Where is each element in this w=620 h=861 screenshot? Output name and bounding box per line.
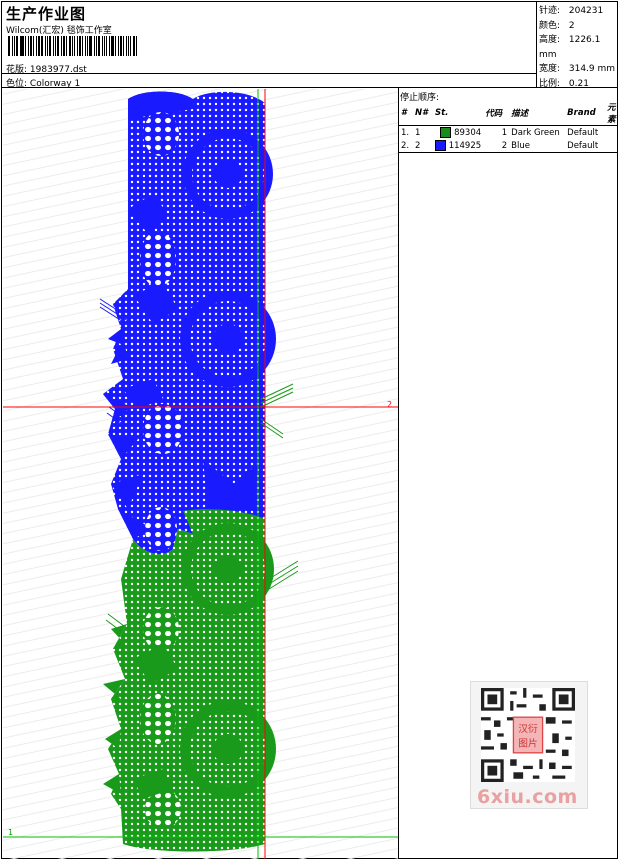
barcode-bar — [95, 36, 97, 56]
barcode-bar — [52, 36, 54, 56]
qr-code-icon: 汉衍 图片 — [481, 688, 575, 782]
blue-section — [99, 91, 294, 564]
barcode-bar — [76, 36, 78, 56]
barcode-bar — [72, 36, 73, 56]
stat-scale: 比例: 0.21 — [539, 78, 589, 89]
page-subtitle: Wilcom(汇宏) 毯饰工作室 — [6, 26, 112, 36]
barcode-bar — [136, 36, 138, 56]
barcode-bar — [60, 36, 62, 56]
barcode-bar — [87, 36, 89, 56]
barcode-bar — [133, 36, 136, 56]
barcode-bar — [45, 36, 47, 56]
barcode-bar — [66, 36, 68, 56]
watermark-logo: 汉衍 图片 6xiu.com — [470, 681, 588, 809]
barcode — [8, 36, 138, 56]
barcode-bar — [37, 36, 40, 56]
barcode-bar — [97, 36, 100, 56]
barcode-bar — [94, 36, 95, 56]
stat-width: 宽度: 314.9 mm — [539, 64, 616, 74]
table-header: # N# St. 代码 描述 Brand 元素 — [399, 101, 618, 126]
table-row: 1. 1 89304 1 Dark Green Default — [401, 127, 599, 138]
watermark-seal-bottom: 图片 — [518, 736, 537, 749]
color-swatch — [440, 127, 452, 138]
watermark-text: 6xiu.com — [477, 786, 578, 808]
barcode-bar — [103, 36, 106, 56]
barcode-bar — [56, 36, 59, 56]
barcode-bar — [35, 36, 37, 56]
barcode-bar — [101, 36, 103, 56]
barcode-bar — [73, 36, 75, 56]
barcode-bar — [106, 36, 108, 56]
barcode-bar — [111, 36, 115, 56]
color-swatch — [435, 140, 446, 151]
design-canvas: 2 1 — [3, 89, 398, 859]
barcode-bar — [130, 36, 132, 56]
barcode-bar — [40, 36, 44, 56]
stop-sequence-table: # N# St. 代码 描述 Brand 元素 1. 1 89304 1 Dar… — [399, 101, 618, 153]
barcode-bar — [11, 36, 13, 56]
barcode-bar — [15, 36, 18, 56]
barcode-bar — [117, 36, 119, 56]
barcode-bar — [28, 36, 30, 56]
stats-panel: 针迹: 204231 颜色: 2 高度: 1226.1 mm 宽度: 314.9… — [539, 4, 620, 91]
barcode-bar — [127, 36, 130, 56]
barcode-bar — [19, 36, 21, 56]
barcode-bar — [13, 36, 15, 56]
divider — [1, 87, 618, 88]
barcode-bar — [89, 36, 93, 56]
divider — [1, 73, 536, 74]
barcode-bar — [30, 36, 32, 56]
barcode-bar — [49, 36, 51, 56]
barcode-bar — [78, 36, 81, 56]
barcode-bar — [81, 36, 84, 56]
watermark-seal-top: 汉衍 — [518, 722, 538, 735]
page-title: 生产作业图 — [6, 5, 87, 23]
table-row: 2. 2 114925 2 Blue Default — [399, 139, 618, 153]
divider — [536, 1, 537, 87]
embroidery-design: 2 1 — [3, 89, 398, 859]
stat-stitches: 针迹: 204231 — [539, 6, 604, 16]
barcode-bar — [125, 36, 127, 56]
barcode-bar — [109, 36, 111, 56]
barcode-bar — [115, 36, 116, 56]
barcode-bar — [21, 36, 25, 56]
divider — [398, 87, 399, 859]
stat-height: 高度: 1226.1 mm — [539, 35, 601, 60]
barcode-bar — [69, 36, 72, 56]
barcode-bar — [32, 36, 34, 56]
barcode-bar — [62, 36, 66, 56]
barcode-bar — [8, 36, 10, 56]
barcode-bar — [54, 36, 56, 56]
marker-left: 1 — [8, 828, 13, 837]
barcode-bar — [25, 36, 27, 56]
barcode-bar — [122, 36, 124, 56]
barcode-bar — [85, 36, 87, 56]
stat-colors: 颜色: 2 — [539, 20, 575, 31]
barcode-bar — [119, 36, 122, 56]
marker-right: 2 — [387, 400, 392, 409]
barcode-bar — [47, 36, 49, 56]
